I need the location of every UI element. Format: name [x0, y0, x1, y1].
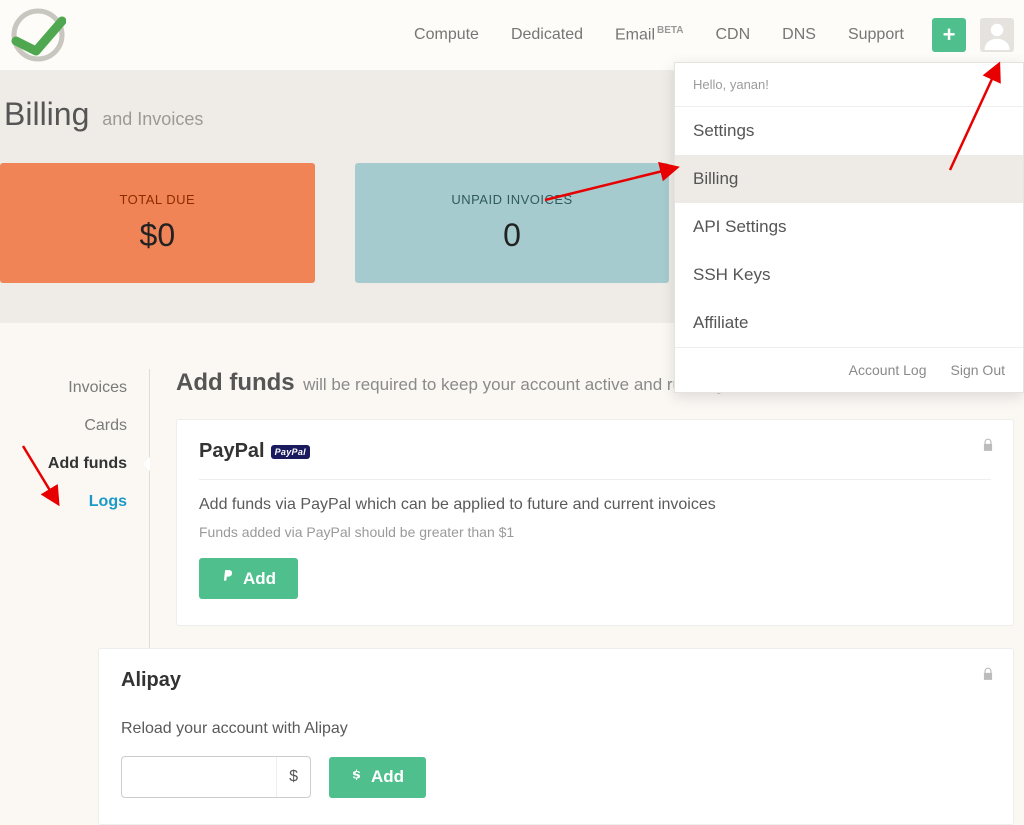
paypal-panel: PayPal PayPal Add funds via PayPal which… — [176, 419, 1014, 626]
dropdown-api-settings[interactable]: API Settings — [675, 203, 1023, 251]
page-subtitle: and Invoices — [102, 109, 203, 129]
annotation-arrow-addfunds — [15, 440, 75, 525]
alipay-desc: Reload your account with Alipay — [121, 720, 991, 738]
paypal-desc: Add funds via PayPal which can be applie… — [199, 496, 991, 514]
user-icon — [982, 20, 1012, 50]
paypal-add-button[interactable]: Add — [199, 558, 298, 599]
dropdown-footer: Account Log Sign Out — [675, 347, 1023, 392]
plus-icon: + — [943, 22, 956, 48]
alipay-add-button[interactable]: Add — [329, 757, 426, 798]
alipay-panel: Alipay Reload your account with Alipay $… — [98, 648, 1014, 825]
alipay-amount-input[interactable]: $ — [121, 756, 311, 798]
paypal-note: Funds added via PayPal should be greater… — [199, 524, 991, 540]
top-nav: Compute Dedicated EmailBETA CDN DNS Supp… — [0, 0, 1024, 70]
stat-label: TOTAL DUE — [119, 192, 195, 207]
dropdown-sign-out[interactable]: Sign Out — [951, 362, 1005, 378]
nav-compute[interactable]: Compute — [414, 22, 479, 48]
lock-icon — [981, 438, 995, 456]
dropdown-ssh-keys[interactable]: SSH Keys — [675, 251, 1023, 299]
sidebar-item-invoices[interactable]: Invoices — [0, 369, 149, 407]
nav-dns[interactable]: DNS — [782, 22, 816, 48]
user-avatar[interactable] — [980, 18, 1014, 52]
nav-cdn[interactable]: CDN — [716, 22, 751, 48]
lock-icon — [981, 667, 995, 685]
nav-support[interactable]: Support — [848, 22, 904, 48]
nav-dedicated[interactable]: Dedicated — [511, 22, 583, 48]
alipay-amount-row: $ Add — [121, 756, 991, 798]
annotation-arrow-billing — [540, 150, 690, 215]
main: Add funds will be required to keep your … — [150, 369, 1024, 825]
nav-links: Compute Dedicated EmailBETA CDN DNS Supp… — [414, 21, 904, 48]
dollar-icon — [351, 767, 363, 788]
content: Invoices Cards Add funds Logs Add funds … — [0, 369, 1024, 825]
nav-email[interactable]: EmailBETA — [615, 21, 684, 48]
annotation-arrow-avatar — [940, 60, 1010, 185]
dropdown-affiliate[interactable]: Affiliate — [675, 299, 1023, 347]
create-button[interactable]: + — [932, 18, 966, 52]
dropdown-account-log[interactable]: Account Log — [849, 362, 927, 378]
paypal-icon — [221, 568, 235, 589]
stat-value: 0 — [503, 217, 521, 254]
stat-value: $0 — [140, 217, 176, 254]
currency-label: $ — [276, 757, 310, 797]
brand-logo — [10, 7, 66, 63]
paypal-badge-icon: PayPal — [271, 445, 310, 459]
paypal-title: PayPal PayPal — [199, 440, 991, 463]
alipay-title: Alipay — [121, 669, 991, 692]
main-heading-sub: will be required to keep your account ac… — [303, 375, 724, 394]
stat-total-due[interactable]: TOTAL DUE $0 — [0, 163, 315, 283]
main-heading: Add funds — [176, 369, 295, 396]
